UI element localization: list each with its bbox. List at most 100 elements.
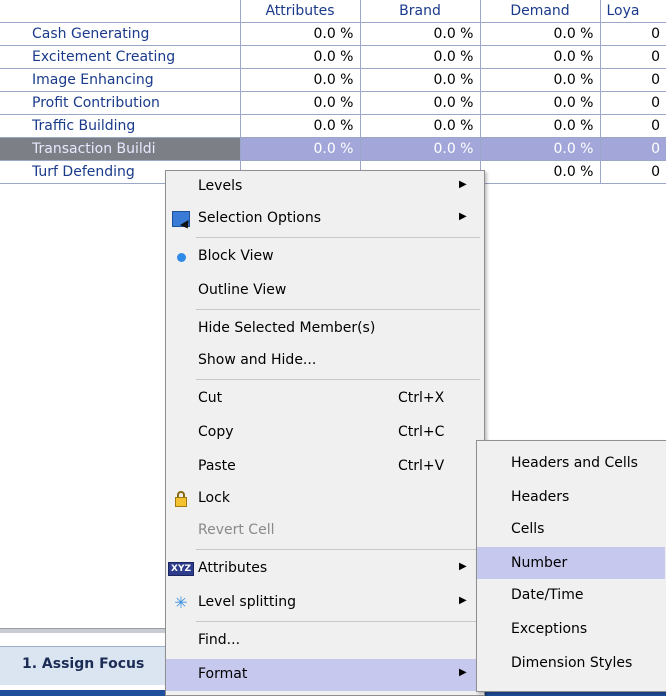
grid-cell[interactable]: 0.0 % (359, 22, 480, 46)
radio-dot-icon (172, 248, 190, 266)
menu-item-level-splitting[interactable]: ✳ Level splitting ▶ (166, 587, 484, 619)
column-header[interactable]: Brand (359, 0, 480, 23)
menu-item-label: Find... (198, 632, 241, 648)
grid-cell[interactable]: 0 (599, 68, 666, 92)
menu-item-copy[interactable]: Copy Ctrl+C (166, 417, 484, 449)
grid-cell[interactable]: 0.0 % (359, 137, 480, 161)
row-header[interactable]: Cash Generating (0, 22, 240, 46)
menu-separator (196, 621, 480, 622)
menu-item-label: Copy (198, 424, 234, 440)
menu-separator (196, 549, 480, 550)
grid-cell[interactable]: 0.0 % (479, 45, 600, 69)
grid-cell[interactable]: 0.0 % (359, 45, 480, 69)
grid-cell[interactable]: 0.0 % (239, 68, 360, 92)
submenu-item-headers[interactable]: Headers (477, 481, 665, 513)
splitter-bar[interactable] (0, 628, 180, 633)
lock-icon (172, 490, 190, 508)
grid-cell[interactable]: 0.0 % (239, 114, 360, 138)
menu-item-revert-cell: Revert Cell (166, 515, 484, 547)
submenu-item-date-time[interactable]: Date/Time (477, 579, 665, 611)
submenu-item-label: Headers (511, 489, 570, 505)
selection-options-icon (172, 210, 190, 228)
menu-item-show-and-hide[interactable]: Show and Hide... (166, 345, 484, 377)
xyz-icon: XYZ (168, 560, 194, 578)
menu-item-cut[interactable]: Cut Ctrl+X (166, 383, 484, 415)
grid-cell[interactable]: 0.0 % (479, 91, 600, 115)
grid-cell[interactable]: 0 (599, 114, 666, 138)
grid-cell[interactable]: 0 (599, 45, 666, 69)
menu-item-selection-options[interactable]: Selection Options ▶ (166, 203, 484, 235)
row-header[interactable]: Profit Contribution (0, 91, 240, 115)
grid-cell[interactable]: 0.0 % (239, 137, 360, 161)
menu-item-label: Attributes (198, 560, 268, 576)
menu-item-find[interactable]: Find... (166, 625, 484, 657)
menu-item-lock[interactable]: Lock (166, 483, 484, 515)
menu-item-paste[interactable]: Paste Ctrl+V (166, 451, 484, 483)
menu-item-attributes[interactable]: XYZ Attributes ▶ (166, 553, 484, 585)
row-header[interactable]: Image Enhancing (0, 68, 240, 92)
column-header[interactable]: Demand (479, 0, 600, 23)
menu-item-outline-view[interactable]: Outline View (166, 275, 484, 307)
table-row[interactable]: Excitement Creating 0.0 % 0.0 % 0.0 % 0 (0, 45, 666, 69)
context-menu: Levels ▶ Selection Options ▶ Block View … (165, 170, 485, 696)
submenu-item-label: Number (511, 555, 568, 571)
grid-cell[interactable]: 0.0 % (359, 114, 480, 138)
menu-item-label: Outline View (198, 282, 287, 298)
grid-cell[interactable]: 0.0 % (239, 22, 360, 46)
grid-cell[interactable]: 0.0 % (359, 68, 480, 92)
submenu-item-label: Dimension Styles (511, 655, 633, 671)
submenu-item-number[interactable]: Number (477, 547, 665, 579)
step-tab[interactable]: 1. Assign Focus (0, 646, 168, 685)
grid-cell[interactable]: 0 (599, 91, 666, 115)
row-header[interactable]: Transaction Buildi (0, 137, 240, 161)
menu-item-format[interactable]: Format ▶ (166, 659, 484, 691)
menu-item-label: Paste (198, 458, 236, 474)
grid-corner (0, 0, 240, 23)
menu-item-block-view[interactable]: Block View (166, 241, 484, 273)
table-row[interactable]: Cash Generating 0.0 % 0.0 % 0.0 % 0 (0, 22, 666, 46)
grid-cell[interactable]: 0.0 % (479, 137, 600, 161)
row-header[interactable]: Excitement Creating (0, 45, 240, 69)
menu-item-hide-selected[interactable]: Hide Selected Member(s) (166, 313, 484, 345)
grid-cell[interactable]: 0.0 % (479, 160, 600, 184)
submenu-item-label: Cells (511, 521, 545, 537)
grid-cell[interactable]: 0.0 % (239, 45, 360, 69)
submenu-arrow-icon: ▶ (459, 211, 467, 222)
submenu-arrow-icon: ▶ (459, 561, 467, 572)
menu-item-label: Format (198, 666, 248, 682)
grid-cell[interactable]: 0 (599, 160, 666, 184)
menu-item-label: Show and Hide... (198, 352, 317, 368)
grid-cell[interactable]: 0.0 % (239, 91, 360, 115)
format-submenu: Headers and Cells Headers Cells Number D… (476, 440, 666, 692)
submenu-item-dimension-styles[interactable]: Dimension Styles (477, 647, 665, 679)
submenu-item-exceptions[interactable]: Exceptions (477, 613, 665, 645)
column-header[interactable]: Loya (599, 0, 666, 23)
submenu-item-headers-and-cells[interactable]: Headers and Cells (477, 447, 665, 479)
table-row[interactable]: Profit Contribution 0.0 % 0.0 % 0.0 % 0 (0, 91, 666, 115)
step-tab-label: 1. Assign Focus (22, 656, 145, 672)
grid-cell[interactable]: 0.0 % (479, 68, 600, 92)
menu-item-label: Cut (198, 390, 223, 406)
grid-cell[interactable]: 0 (599, 22, 666, 46)
grid-cell[interactable]: 0 (599, 137, 666, 161)
menu-item-label: Selection Options (198, 210, 321, 226)
column-header[interactable]: Attributes (239, 0, 360, 23)
grid-cell[interactable]: 0.0 % (479, 22, 600, 46)
submenu-arrow-icon: ▶ (459, 667, 467, 678)
level-splitting-icon: ✳ (174, 593, 188, 612)
data-grid: Attributes Brand Demand Loya Cash Genera… (0, 0, 666, 184)
table-row[interactable]: Traffic Building 0.0 % 0.0 % 0.0 % 0 (0, 114, 666, 138)
submenu-item-cells[interactable]: Cells (477, 513, 665, 545)
menu-separator (196, 309, 480, 310)
submenu-item-label: Date/Time (511, 587, 584, 603)
row-header[interactable]: Traffic Building (0, 114, 240, 138)
menu-item-label: Lock (198, 490, 230, 506)
menu-item-label: Revert Cell (198, 522, 275, 538)
table-row-selected[interactable]: Transaction Buildi 0.0 % 0.0 % 0.0 % 0 (0, 137, 666, 161)
menu-separator (196, 237, 480, 238)
menu-item-levels[interactable]: Levels ▶ (166, 171, 484, 203)
grid-cell[interactable]: 0.0 % (479, 114, 600, 138)
table-row[interactable]: Image Enhancing 0.0 % 0.0 % 0.0 % 0 (0, 68, 666, 92)
menu-item-label: Block View (198, 248, 274, 264)
grid-cell[interactable]: 0.0 % (359, 91, 480, 115)
